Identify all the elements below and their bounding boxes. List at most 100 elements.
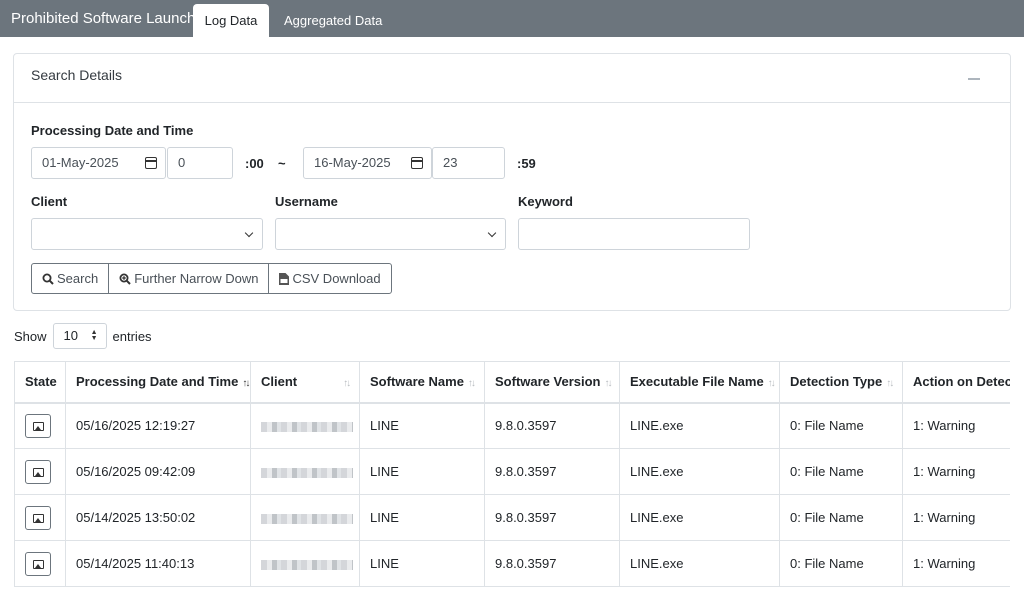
chevron-down-icon	[244, 228, 254, 238]
image-icon	[33, 559, 44, 569]
csv-file-icon	[279, 272, 290, 285]
column-header-detection-type[interactable]: Detection Type ↑↓	[779, 361, 903, 404]
search-button-group: Search Further Narrow Down CSV Download	[31, 263, 392, 294]
table-header-row: State Processing Date and Time ↑↓ Client ↑…	[14, 361, 1010, 404]
image-icon	[33, 513, 44, 523]
keyword-input[interactable]	[518, 218, 750, 250]
from-date-input[interactable]: 01-May-2025	[31, 147, 166, 179]
action-cell: 1: Warning	[902, 494, 1010, 541]
entries-length-control: Show 10 ▲ ▼ entries	[14, 323, 152, 349]
keyword-label: Keyword	[518, 194, 573, 209]
log-table-container[interactable]: State Processing Date and Time ↑↓ Client ↑…	[14, 361, 1010, 589]
detection-type-cell: 0: File Name	[779, 494, 903, 541]
software-name-cell: LINE	[359, 448, 485, 495]
client-cell	[250, 402, 360, 449]
from-hour-value: 0	[178, 155, 186, 170]
image-icon	[33, 421, 44, 431]
tab-log-data[interactable]: Log Data	[193, 4, 269, 37]
from-hour-input[interactable]: 0	[167, 147, 233, 179]
software-version-cell: 9.8.0.3597	[484, 494, 620, 541]
client-cell	[250, 540, 360, 587]
software-name-cell: LINE	[359, 494, 485, 541]
username-select[interactable]	[275, 218, 506, 250]
datetime-cell: 05/14/2025 11:40:13	[65, 540, 251, 587]
software-version-cell: 9.8.0.3597	[484, 540, 620, 587]
to-date-value: 16-May-2025	[314, 155, 391, 170]
datetime-cell: 05/16/2025 12:19:27	[65, 402, 251, 449]
exe-cell: LINE.exe	[619, 448, 780, 495]
range-separator: ~	[278, 156, 286, 171]
datetime-cell: 05/14/2025 13:50:02	[65, 494, 251, 541]
narrow-button-label: Further Narrow Down	[134, 271, 259, 286]
csv-download-button[interactable]: CSV Download	[268, 263, 392, 294]
state-image-button[interactable]	[25, 505, 51, 530]
username-label: Username	[275, 194, 338, 209]
updown-icon: ▲ ▼	[90, 329, 98, 342]
to-hour-input[interactable]: 23	[432, 147, 505, 179]
datetime-cell: 05/16/2025 09:42:09	[65, 448, 251, 495]
column-header-software-name[interactable]: Software Name ↑↓	[359, 361, 485, 404]
exe-cell: LINE.exe	[619, 402, 780, 449]
table-row: 05/14/2025 11:40:13 LINE 9.8.0.3597 LINE…	[14, 540, 1010, 587]
column-header-executable-file-name[interactable]: Executable File Name ↑↓	[619, 361, 780, 404]
search-icon	[42, 273, 54, 285]
entries-value: 10	[63, 328, 78, 343]
state-image-button[interactable]	[25, 551, 51, 576]
client-select[interactable]	[31, 218, 263, 250]
table-row: 05/16/2025 09:42:09 LINE 9.8.0.3597 LINE…	[14, 448, 1010, 495]
action-cell: 1: Warning	[902, 448, 1010, 495]
redacted-client	[261, 559, 353, 570]
image-icon	[33, 467, 44, 477]
top-bar: Prohibited Software Launch Log Data Aggr…	[0, 0, 1024, 37]
sort-icon: ↑↓	[467, 378, 476, 390]
detection-type-cell: 0: File Name	[779, 540, 903, 587]
card-header[interactable]: Search Details	[14, 54, 1010, 103]
action-cell: 1: Warning	[902, 402, 1010, 449]
calendar-icon[interactable]	[411, 157, 423, 169]
state-image-button[interactable]	[25, 459, 51, 484]
sort-icon: ↑↓	[604, 378, 612, 390]
tab-aggregated-data[interactable]: Aggregated Data	[270, 4, 396, 37]
further-narrow-down-button[interactable]: Further Narrow Down	[108, 263, 270, 294]
redacted-client	[261, 467, 353, 478]
detection-type-cell: 0: File Name	[779, 402, 903, 449]
calendar-icon[interactable]	[145, 157, 157, 169]
entries-label: entries	[112, 328, 152, 344]
sort-icon: ↑↓	[886, 378, 894, 390]
software-name-cell: LINE	[359, 402, 485, 449]
processing-date-label: Processing Date and Time	[31, 123, 194, 138]
software-name-cell: LINE	[359, 540, 485, 587]
chevron-down-icon	[487, 228, 497, 238]
state-cell	[14, 448, 66, 495]
exe-cell: LINE.exe	[619, 540, 780, 587]
state-cell	[14, 402, 66, 449]
state-image-button[interactable]	[25, 413, 51, 438]
sort-icon: ↑↓	[343, 378, 351, 390]
software-version-cell: 9.8.0.3597	[484, 448, 620, 495]
app-title: Prohibited Software Launch	[11, 10, 196, 27]
entries-select[interactable]: 10 ▲ ▼	[52, 323, 107, 349]
search-button-label: Search	[57, 271, 99, 286]
from-minute-suffix: :00	[245, 156, 264, 171]
detection-type-cell: 0: File Name	[779, 448, 903, 495]
state-cell	[14, 540, 66, 587]
column-header-client[interactable]: Client ↑↓	[250, 361, 360, 404]
state-cell	[14, 494, 66, 541]
card-title: Search Details	[31, 67, 123, 83]
sort-desc-icon: ↑↓	[242, 378, 249, 390]
column-header-processing-date[interactable]: Processing Date and Time ↑↓	[65, 361, 251, 404]
zoom-in-icon	[119, 273, 131, 285]
column-header-action-on-detection[interactable]: Action on Detection	[902, 361, 1010, 404]
table-row: 05/16/2025 12:19:27 LINE 9.8.0.3597 LINE…	[14, 402, 1010, 449]
client-cell	[250, 448, 360, 495]
table-row: 05/14/2025 13:50:02 LINE 9.8.0.3597 LINE…	[14, 494, 1010, 541]
to-hour-value: 23	[443, 155, 458, 170]
column-header-software-version[interactable]: Software Version ↑↓	[484, 361, 620, 404]
software-version-cell: 9.8.0.3597	[484, 402, 620, 449]
redacted-client	[261, 513, 353, 524]
to-date-input[interactable]: 16-May-2025	[303, 147, 432, 179]
search-button[interactable]: Search	[31, 263, 110, 294]
log-table: State Processing Date and Time ↑↓ Client ↑…	[14, 361, 1010, 587]
collapse-icon[interactable]	[968, 78, 980, 80]
search-details-card: Search Details Processing Date and Time …	[13, 53, 1011, 311]
